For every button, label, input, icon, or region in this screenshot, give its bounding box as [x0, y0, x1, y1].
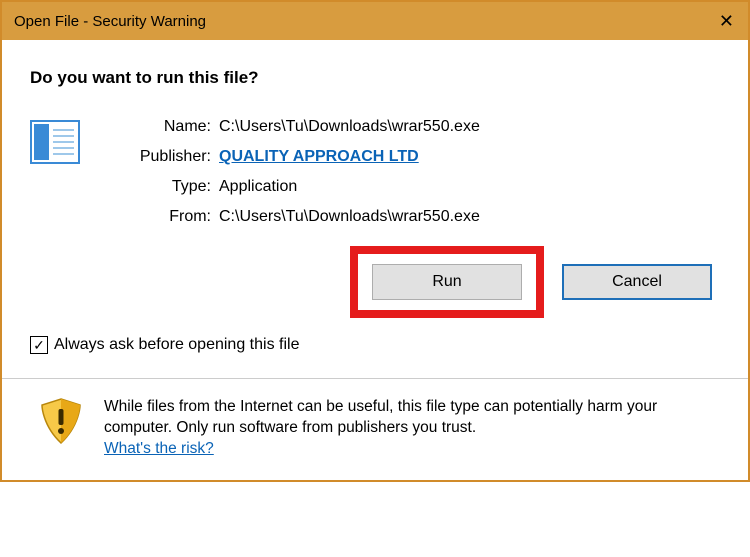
publisher-label: Publisher: — [104, 148, 219, 166]
button-row: Run Cancel — [104, 246, 720, 318]
type-label: Type: — [104, 178, 219, 196]
checkbox-label: Always ask before opening this file — [54, 336, 299, 354]
whats-the-risk-link[interactable]: What's the risk? — [104, 440, 214, 457]
from-label: From: — [104, 208, 219, 226]
security-warning-dialog: Open File - Security Warning ✕ Do you wa… — [0, 0, 750, 482]
shield-icon — [38, 397, 84, 447]
confirmation-question: Do you want to run this file? — [30, 68, 720, 88]
warning-message: While files from the Internet can be use… — [104, 398, 657, 436]
from-value: C:\Users\Tu\Downloads\wrar550.exe — [219, 208, 480, 226]
name-label: Name: — [104, 118, 219, 136]
file-details: Name: C:\Users\Tu\Downloads\wrar550.exe … — [104, 118, 720, 318]
run-button[interactable]: Run — [372, 264, 522, 300]
titlebar: Open File - Security Warning ✕ — [2, 2, 748, 40]
cancel-button[interactable]: Cancel — [562, 264, 712, 300]
always-ask-checkbox[interactable]: ✓ Always ask before opening this file — [30, 336, 720, 354]
footer-warning: While files from the Internet can be use… — [2, 379, 748, 480]
run-button-highlight: Run — [350, 246, 544, 318]
close-button[interactable]: ✕ — [694, 11, 734, 32]
file-details-section: Name: C:\Users\Tu\Downloads\wrar550.exe … — [30, 118, 720, 318]
name-value: C:\Users\Tu\Downloads\wrar550.exe — [219, 118, 480, 136]
dialog-content: Do you want to run this file? Name: C:\U… — [2, 40, 748, 362]
footer-text: While files from the Internet can be use… — [104, 397, 720, 460]
window-title: Open File - Security Warning — [14, 13, 206, 30]
file-icon — [30, 120, 80, 164]
type-value: Application — [219, 178, 297, 196]
publisher-link[interactable]: QUALITY APPROACH LTD — [219, 148, 419, 165]
checkbox-icon[interactable]: ✓ — [30, 336, 48, 354]
